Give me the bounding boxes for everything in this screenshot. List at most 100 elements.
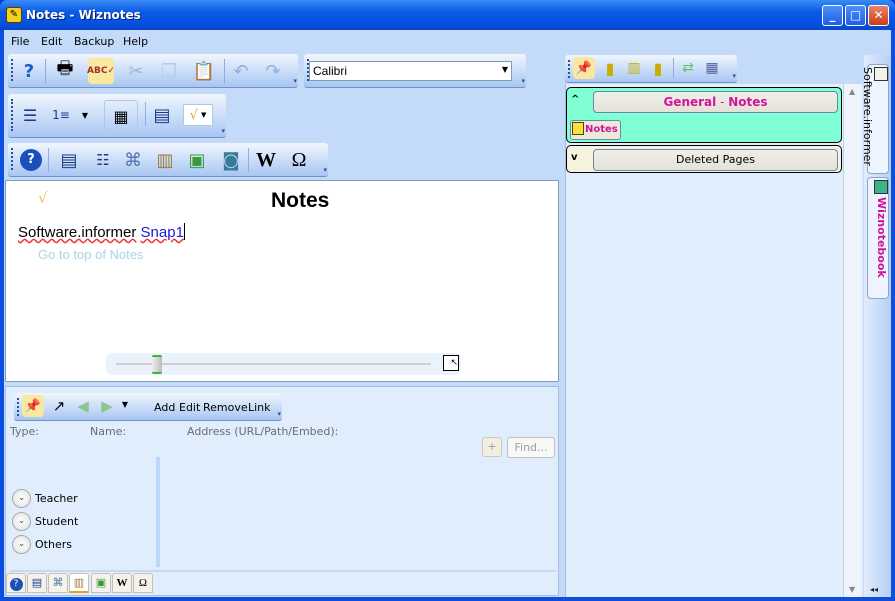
group-header-deleted[interactable]: Deleted Pages — [593, 149, 838, 171]
chevron-down-icon[interactable]: ⌄ — [12, 489, 31, 508]
title-bar[interactable]: ✎ Notes - Wiznotes _ □ ✕ — [0, 0, 895, 30]
tab-media[interactable]: ▣ — [91, 573, 111, 593]
edit-link-button[interactable]: Edit — [179, 401, 200, 414]
toolbar-overflow-icon[interactable]: ▾ — [293, 77, 297, 85]
links-panel: 📌 ↗ ◀ ▶ ▼ Add Edit Remove Link ▾ Type: N… — [5, 386, 559, 596]
spellcheck-icon[interactable]: ABC✓ — [87, 58, 115, 84]
chevron-down-icon[interactable]: ▼ — [502, 65, 508, 74]
plus-button[interactable]: + — [482, 437, 502, 457]
wiznotes-app-icon[interactable]: ✎ — [6, 7, 22, 23]
tab-page[interactable]: ▤ — [27, 573, 47, 593]
notebook-stack-icon[interactable]: ▮ — [647, 57, 669, 79]
undo-icon[interactable]: ↶ — [228, 58, 254, 84]
toolbar-grip[interactable] — [11, 59, 13, 81]
scroll-up-icon[interactable]: ▲ — [849, 87, 855, 96]
omega-icon: Ω — [138, 577, 148, 589]
minimize-button[interactable]: _ — [822, 5, 843, 26]
page-icon[interactable]: ▤ — [56, 147, 82, 173]
chevron-down-icon[interactable]: ⌄ — [12, 512, 31, 531]
editor-text-line[interactable]: Software.informer Snap1 — [18, 223, 185, 241]
collapse-panel-icon[interactable]: ◂◂ — [870, 585, 878, 594]
add-link-button[interactable]: Add — [154, 401, 175, 414]
category-student[interactable]: ⌄ Student — [12, 512, 78, 532]
insert-line-icon[interactable]: ☰ — [17, 102, 43, 128]
menu-help[interactable]: Help — [123, 35, 148, 48]
close-button[interactable]: ✕ — [868, 5, 889, 26]
collapse-icon[interactable]: ^ — [571, 94, 579, 105]
open-external-icon[interactable]: ↗ — [48, 395, 70, 417]
notebook-ring-icon[interactable]: ▥ — [623, 57, 645, 79]
toolbar-overflow-icon[interactable]: ▾ — [277, 410, 281, 418]
camera-icon[interactable]: ◙ — [218, 147, 244, 173]
back-icon[interactable]: ◀ — [72, 395, 94, 417]
maximize-button[interactable]: □ — [845, 5, 866, 26]
filing-cabinet-icon[interactable]: ▥ — [152, 147, 178, 173]
help-icon[interactable]: ? — [16, 58, 42, 84]
checkmark-dropdown-icon[interactable]: √ ▼ — [183, 104, 213, 126]
print-icon[interactable]: 🖶 — [52, 58, 78, 84]
copy-icon[interactable]: ❐ — [156, 58, 182, 84]
pin-icon[interactable]: 📌 — [22, 395, 44, 417]
menu-file[interactable]: File — [11, 35, 29, 48]
group-header-general[interactable]: General - Notes — [593, 91, 838, 113]
tab-wikipedia[interactable]: W — [112, 573, 132, 593]
column-type: Type: — [10, 425, 39, 438]
pin-icon[interactable]: 📌 — [573, 57, 595, 79]
list-dropdown-icon[interactable]: ▼ — [78, 102, 92, 128]
binoculars-icon[interactable]: ⌘ — [120, 147, 146, 173]
side-tab-wiznotebook[interactable]: Wiznotebook — [867, 177, 889, 299]
zoom-slider-thumb[interactable] — [151, 355, 162, 374]
category-teacher[interactable]: ⌄ Teacher — [12, 489, 78, 509]
toolbar-overflow-icon[interactable]: ▾ — [521, 77, 525, 85]
chevron-down-icon[interactable]: ⌄ — [12, 535, 31, 554]
toolbar-overflow-icon[interactable]: ▾ — [323, 166, 327, 174]
numbered-list-icon[interactable]: 1≡ — [48, 102, 74, 128]
notebook-scrollbar[interactable]: ▲ ▼ — [843, 84, 861, 597]
toolbar-grip[interactable] — [568, 60, 570, 78]
outline-icon[interactable]: ☷ — [90, 147, 116, 173]
wikipedia-icon[interactable]: W — [253, 147, 279, 173]
forward-icon[interactable]: ▶ — [96, 395, 118, 417]
tab-find[interactable]: ⌘ — [48, 573, 68, 593]
toolbar-grip[interactable] — [11, 148, 13, 170]
goto-top-link[interactable]: Go to top of Notes — [38, 247, 144, 262]
menu-backup[interactable]: Backup — [74, 35, 114, 48]
find-button[interactable]: Find... — [507, 437, 555, 458]
page-notes[interactable]: Notes — [570, 120, 621, 140]
zoom-slider-track[interactable] — [116, 363, 431, 365]
media-link-icon: ▣ — [95, 576, 107, 589]
calendar-icon[interactable]: ▦ — [701, 57, 723, 79]
link-button[interactable]: Link — [248, 401, 271, 414]
snap-link[interactable]: Snap1 — [141, 224, 184, 241]
tab-symbols[interactable]: Ω — [133, 573, 153, 593]
note-editor[interactable]: √ Notes Software.informer Snap1 Go to to… — [5, 180, 559, 382]
cut-icon[interactable]: ✂ — [123, 58, 149, 84]
omega-icon[interactable]: Ω — [286, 147, 312, 173]
history-dropdown-icon[interactable]: ▼ — [118, 395, 132, 413]
table-icon[interactable]: ▦ — [104, 100, 138, 132]
toolbar-grip[interactable] — [17, 398, 19, 416]
toolbar-overflow-icon[interactable]: ▾ — [732, 72, 736, 80]
expand-icon[interactable]: v — [571, 152, 578, 163]
tab-links[interactable]: ▥ — [69, 573, 89, 593]
media-link-icon[interactable]: ▣ — [184, 147, 210, 173]
tab-help[interactable]: ? — [6, 573, 26, 593]
redo-icon[interactable]: ↷ — [260, 58, 286, 84]
paste-icon[interactable]: 📋 — [191, 58, 217, 84]
sync-arrows-icon[interactable]: ⇄ — [677, 57, 699, 79]
toolbar-overflow-icon[interactable]: ▾ — [221, 127, 225, 135]
text-caret — [183, 223, 185, 240]
category-others[interactable]: ⌄ Others — [12, 535, 72, 555]
help-circle-icon[interactable]: ? — [18, 147, 44, 173]
links-splitter[interactable] — [156, 457, 160, 567]
menu-edit[interactable]: Edit — [41, 35, 62, 48]
new-notebook-icon[interactable]: ▮ — [599, 57, 621, 79]
remove-link-button[interactable]: Remove — [203, 401, 248, 414]
notebook-panel: 📌 ▮ ▥ ▮ ⇄ ▦ ▾ ^ General - Notes Notes v … — [565, 55, 863, 597]
toolbar-grip[interactable] — [11, 99, 13, 131]
zoom-fit-icon[interactable]: ↖ — [443, 355, 459, 371]
note-template-icon[interactable]: ▤ — [149, 102, 175, 128]
scroll-down-icon[interactable]: ▼ — [849, 585, 855, 594]
side-tab-software-informer[interactable]: Software.informer — [861, 64, 889, 174]
font-select[interactable]: Calibri ▼ — [309, 61, 512, 81]
